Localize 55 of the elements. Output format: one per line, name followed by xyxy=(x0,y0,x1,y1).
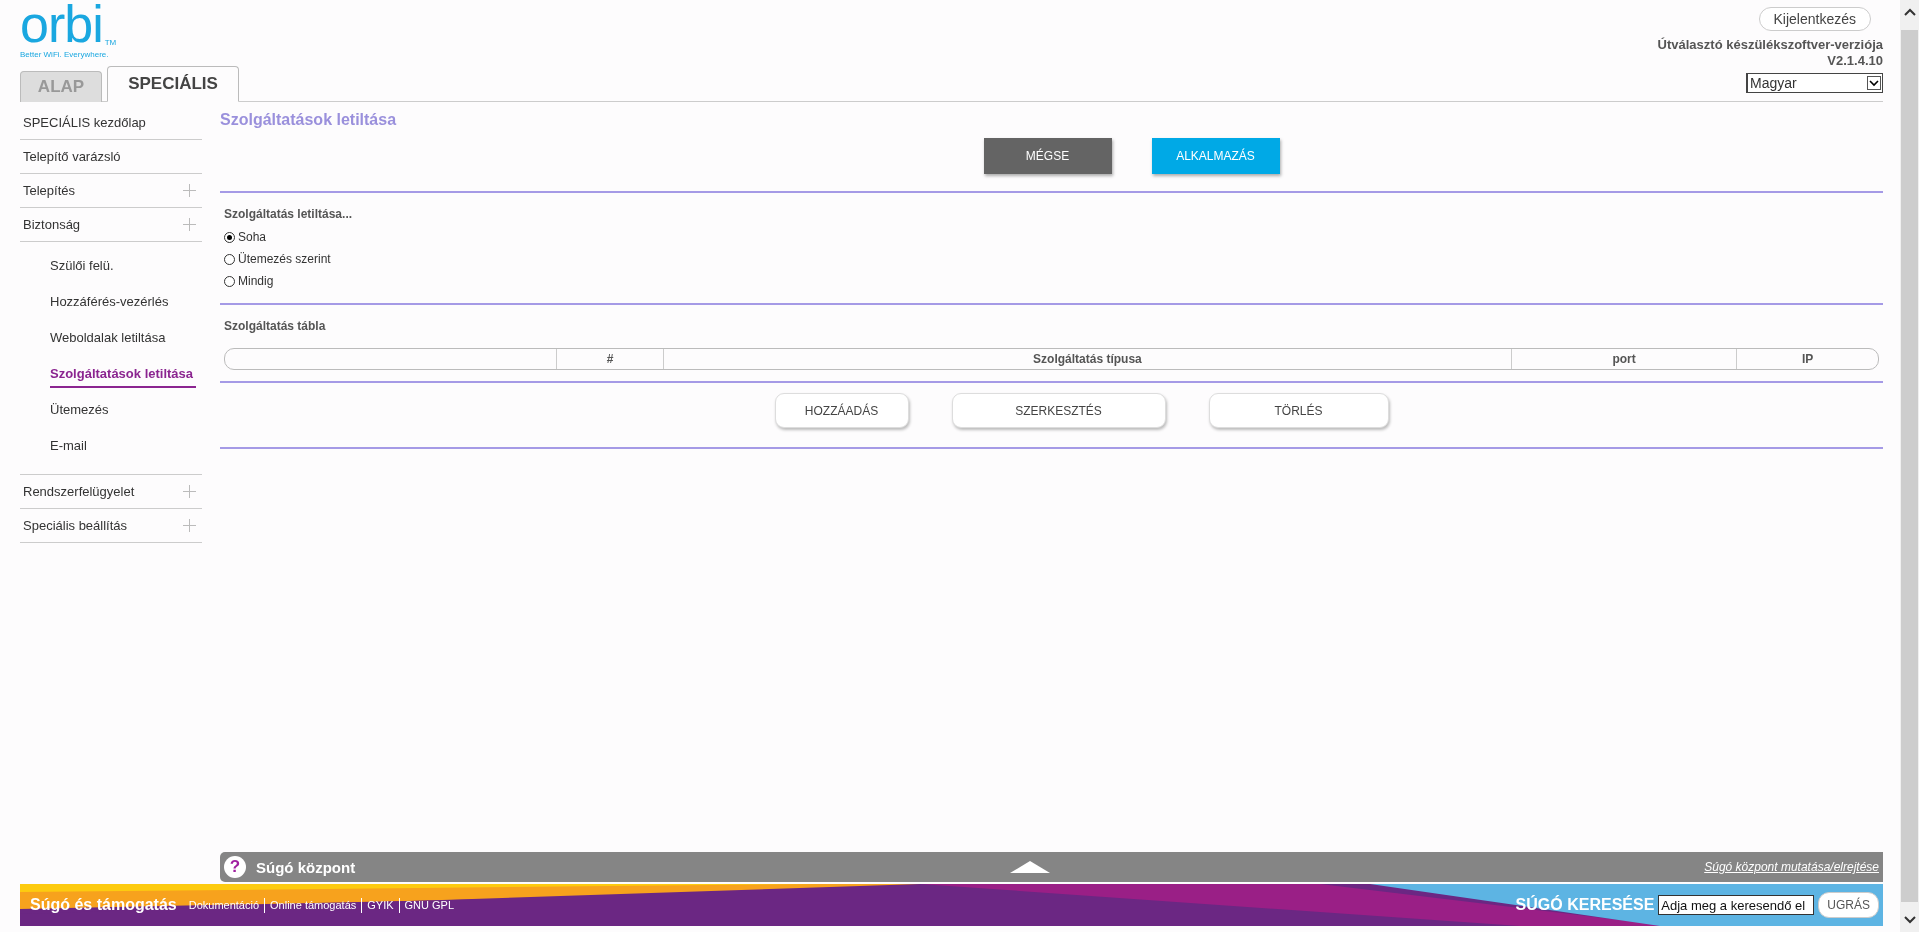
cancel-button[interactable]: MÉGSE xyxy=(983,138,1112,174)
radio-label: Mindig xyxy=(238,274,274,288)
menu-item[interactable]: Biztonság xyxy=(20,208,202,242)
section-label: Szolgáltatás letiltása... xyxy=(224,207,354,221)
tagline: Better WiFi. Everywhere. xyxy=(20,50,110,59)
column-header: port xyxy=(1510,349,1737,369)
menu-item[interactable]: Rendszerfelügyelet xyxy=(20,474,202,509)
radio-button[interactable] xyxy=(224,231,235,243)
page-title: Szolgáltatások letiltása xyxy=(220,111,398,129)
help-toggle-link[interactable]: Súgó központ mutatása/elrejtése xyxy=(1704,860,1879,874)
expand-arrow-icon[interactable] xyxy=(1010,861,1050,873)
footer-link[interactable]: GYIK xyxy=(367,899,394,911)
logout-button[interactable]: Kijelentkezés xyxy=(1758,7,1871,31)
help-center-title: Súgó központ xyxy=(256,858,356,876)
radio-button[interactable] xyxy=(224,253,235,265)
language-select[interactable]: Magyar xyxy=(1746,73,1883,93)
scroll-down-icon[interactable] xyxy=(1903,916,1916,924)
scroll-thumb[interactable] xyxy=(1901,30,1918,902)
scrollbar[interactable] xyxy=(1900,0,1919,932)
footer-link[interactable]: GNU GPL xyxy=(404,899,455,911)
search-label: SÚGÓ KERESÉSE xyxy=(1515,896,1655,914)
radio-label: Soha xyxy=(238,230,267,244)
radio-label: Ütemezés szerint xyxy=(238,252,331,266)
search-field[interactable]: Adja meg a keresendő el xyxy=(1658,895,1815,915)
submenu-item[interactable]: Ütemezés xyxy=(50,392,109,428)
firmware-version: V2.1.4.10 xyxy=(1827,53,1883,69)
submenu-item[interactable]: Szolgáltatások letiltása xyxy=(50,362,197,388)
menu-item[interactable]: Speciális beállítás xyxy=(20,509,202,543)
action-button[interactable]: TÖRLÉS xyxy=(1208,393,1389,428)
submenu-item[interactable]: Szülői felü. xyxy=(50,248,114,284)
menu-item[interactable]: Telepítő varázsló xyxy=(20,140,202,174)
plus-icon xyxy=(183,184,196,197)
trademark-mark: TM xyxy=(104,38,117,47)
scroll-up-icon[interactable] xyxy=(1903,8,1916,16)
submenu-item[interactable]: E-mail xyxy=(50,428,87,464)
caret-icon xyxy=(1867,76,1881,90)
plus-icon xyxy=(183,519,196,532)
tab[interactable]: SPECIÁLIS xyxy=(107,66,239,102)
column-header: Szolgáltatás típusa xyxy=(662,349,1511,369)
plus-icon xyxy=(183,218,196,231)
submenu-item[interactable]: Weboldalak letiltása xyxy=(50,320,166,356)
action-button[interactable]: SZERKESZTÉS xyxy=(951,393,1166,428)
column-header: # xyxy=(556,349,663,369)
submenu-item[interactable]: Hozzáférés-vezérlés xyxy=(50,284,169,320)
help-icon: ? xyxy=(224,856,246,878)
menu-item[interactable]: SPECIÁLIS kezdőlap xyxy=(20,106,202,140)
plus-icon xyxy=(183,485,196,498)
column-header: IP xyxy=(1736,349,1878,369)
radio-button[interactable] xyxy=(224,275,235,287)
menu-item[interactable]: Telepítés xyxy=(20,174,202,208)
logo: orbi xyxy=(20,1,103,47)
firmware-label: Útválasztó készülékszoftver-verziója xyxy=(1657,37,1883,53)
go-button[interactable]: UGRÁS xyxy=(1818,892,1879,918)
action-button[interactable]: HOZZÁADÁS xyxy=(774,393,909,428)
section-label: Szolgáltatás tábla xyxy=(224,319,327,333)
